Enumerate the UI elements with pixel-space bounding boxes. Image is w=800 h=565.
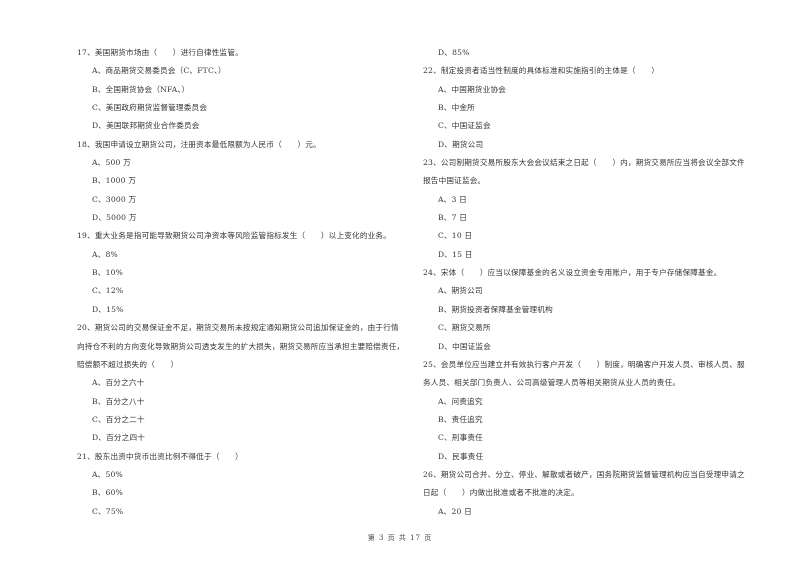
answer-option: D、85% <box>438 48 470 57</box>
answer-option: B、责任追究 <box>438 414 483 424</box>
question-text: 赔偿额不超过损失的（ ） <box>77 359 179 369</box>
question-text: 21、股东出资中货币出资比例不得低于（ ） <box>77 451 243 461</box>
answer-option: D、15 日 <box>438 249 473 259</box>
question-text: 25、会员单位应当建立并有效执行客户开发（ ）制度，明确客户开发人员、审核人员、… <box>423 359 745 369</box>
answer-option: B、百分之八十 <box>92 396 145 406</box>
answer-option: C、百分之二十 <box>92 414 145 424</box>
answer-option: A、50% <box>92 469 123 479</box>
question-text: 19、重大业务是指可能导致期货公司净资本等风险监管指标发生（ ）以上变化的业务。 <box>77 231 392 241</box>
answer-option: D、民事责任 <box>438 451 484 461</box>
answer-option: B、期货投资者保障基金管理机构 <box>438 304 553 314</box>
answer-option: C、12% <box>92 286 124 296</box>
answer-option: A、中国期货业协会 <box>438 84 507 94</box>
question-text: 22、制定投资者适当性制度的具体标准和实施指引的主体是（ ） <box>423 66 660 76</box>
answer-option: C、75% <box>92 506 124 516</box>
answer-option: A、3 日 <box>438 194 467 204</box>
question-text: 18、我国申请设立期货公司，注册资本最低限额为人民币（ ）元。 <box>77 139 321 149</box>
answer-option: C、美国政府期货监督管理委员会 <box>92 103 208 113</box>
question-text: 向持仓不利的方向变化导致期货公司透支发生的扩大损失，期货交易所应当承担主要赔偿责… <box>77 341 405 351</box>
answer-option: B、中金所 <box>438 103 475 113</box>
answer-option: C、10 日 <box>438 231 473 241</box>
answer-option: A、商品期货交易委员会（C、FTC、） <box>92 66 226 76</box>
page-footer: 第 3 页 共 17 页 <box>367 534 433 542</box>
question-text: 报告中国证监会。 <box>423 176 486 186</box>
answer-option: D、15% <box>92 304 124 314</box>
answer-option: A、期货公司 <box>438 286 483 296</box>
answer-option: A、20 日 <box>438 506 472 516</box>
answer-option: A、问责追究 <box>438 396 483 406</box>
question-text: 务人员、相关部门负责人、公司高级管理人员等相关期货从业人员的责任。 <box>423 378 681 388</box>
question-text: 20、期货公司的交易保证金不足，期货交易所未按规定通知期货公司追加保证金的，由于… <box>77 323 399 333</box>
question-text: 24、宋体（ ）应当以保障基金的名义设立资金专用账户，用于专户存储保障基金。 <box>423 268 722 278</box>
question-text: 23、公司制期货交易所股东大会会议结束之日起（ ）内，期货交易所应当将会议全部文… <box>423 158 745 168</box>
answer-option: B、10% <box>92 268 124 278</box>
right-column: D、85% 22、制定投资者适当性制度的具体标准和实施指引的主体是（ ） A、中国期… <box>423 44 783 521</box>
left-column: 17、美国期货市场由（ ）进行自律性监管。 A、商品期货交易委员会（C、FTC、）… <box>77 44 417 521</box>
answer-option: A、8% <box>92 249 118 259</box>
question-text: 17、美国期货市场由（ ）进行自律性监管。 <box>77 48 243 57</box>
answer-option: C、期货交易所 <box>438 323 491 333</box>
answer-option: D、中国证监会 <box>438 341 492 351</box>
answer-option: D、5000 万 <box>92 213 137 223</box>
answer-option: A、百分之六十 <box>92 378 145 388</box>
question-text: 日起（ ）内做出批准或者不批准的决定。 <box>423 488 579 498</box>
answer-option: B、60% <box>92 488 124 498</box>
answer-option: D、百分之四十 <box>92 433 146 443</box>
answer-option: C、3000 万 <box>92 194 137 204</box>
answer-option: B、7 日 <box>438 213 468 223</box>
answer-option: B、1000 万 <box>92 176 137 186</box>
answer-option: D、期货公司 <box>438 139 484 149</box>
answer-option: A、500 万 <box>92 158 131 168</box>
question-text: 26、期货公司合并、分立、停业、解散或者破产，国务院期货监督管理机构应当自受理申… <box>423 469 745 479</box>
answer-option: D、美国联邦期货业合作委员会 <box>92 121 200 131</box>
answer-option: C、刑事责任 <box>438 433 483 443</box>
answer-option: C、中国证监会 <box>438 121 491 131</box>
answer-option: B、全国期货协会（NFA、） <box>92 84 190 94</box>
